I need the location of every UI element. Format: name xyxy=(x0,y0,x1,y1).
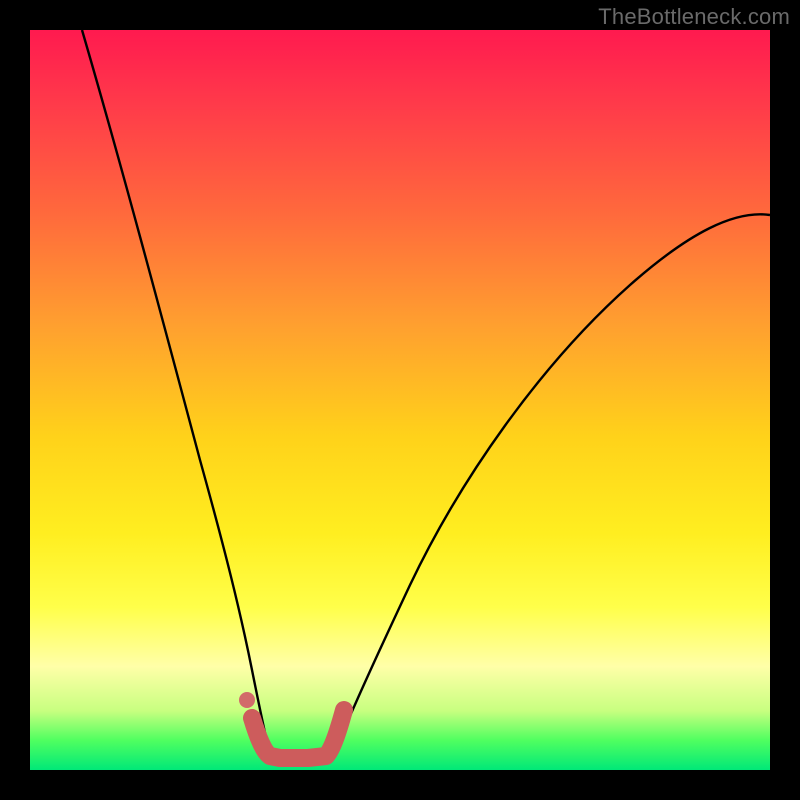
plot-area xyxy=(30,30,770,770)
curve-layer xyxy=(30,30,770,770)
watermark: TheBottleneck.com xyxy=(598,4,790,30)
chart-frame: TheBottleneck.com xyxy=(0,0,800,800)
right-curve xyxy=(334,214,770,755)
valley-dot xyxy=(239,692,255,708)
valley-band xyxy=(252,710,344,758)
left-curve xyxy=(82,30,270,755)
